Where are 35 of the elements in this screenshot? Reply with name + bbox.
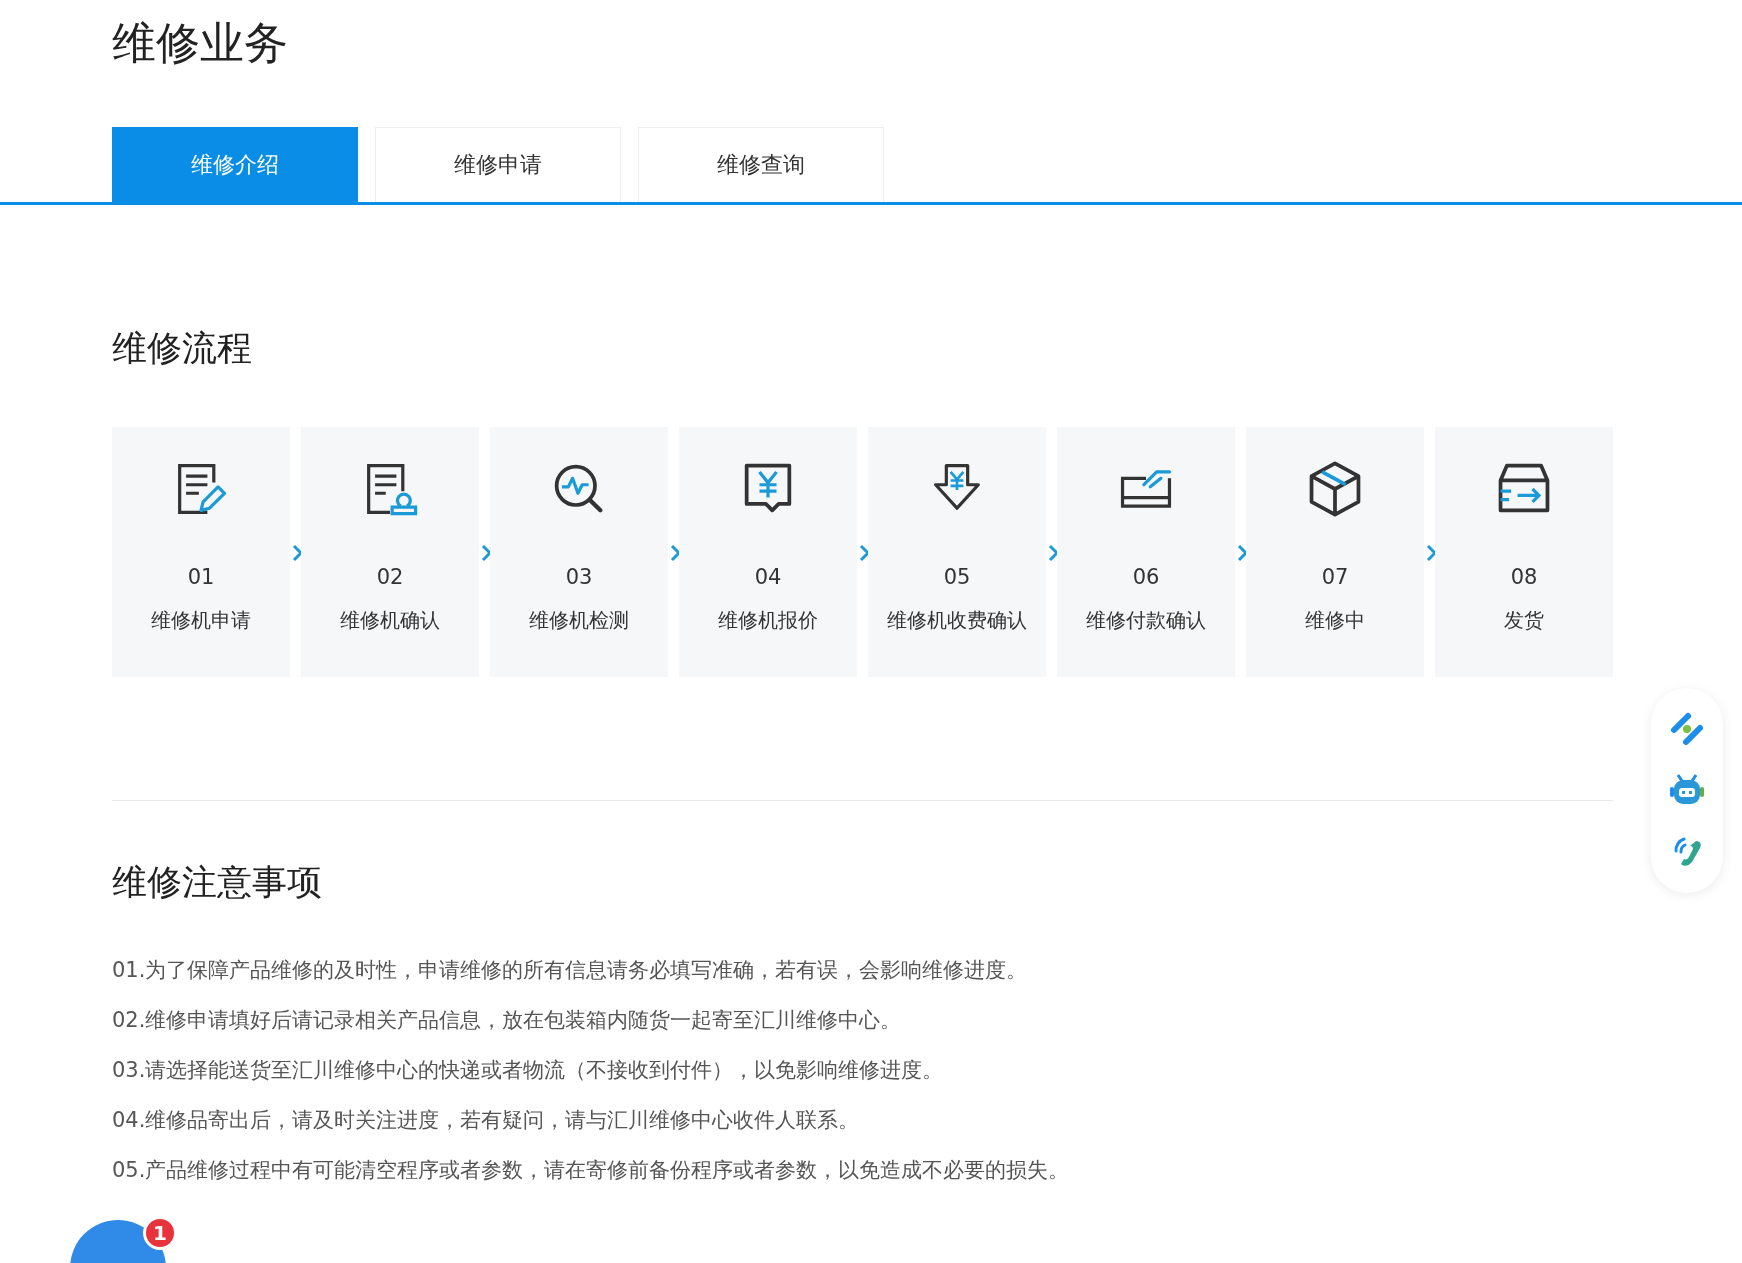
note-text: 03.请选择能送货至汇川维修中心的快递或者物流（不接收到付件），以免影响维修进度。	[112, 1057, 945, 1084]
step-label: 维修付款确认	[1086, 607, 1206, 634]
note-text: 01.为了保障产品维修的及时性，申请维修的所有信息请务必填写准确，若有误，会影响维修进度。	[112, 957, 1029, 984]
chevron-right-icon	[1047, 544, 1059, 562]
tab[interactable]: 维修申请	[375, 127, 621, 202]
step-number: 08	[1510, 565, 1538, 589]
chevron-right-icon	[858, 544, 870, 562]
step-label: 维修机报价	[718, 607, 818, 634]
chevron-right-icon	[1236, 544, 1248, 562]
tab[interactable]: 维修介绍	[112, 127, 358, 202]
step-label: 维修中	[1305, 607, 1365, 634]
step-number: 02	[376, 565, 404, 589]
section-title: 维修流程	[112, 327, 253, 370]
tab[interactable]: 维修查询	[638, 127, 884, 202]
step-number: 01	[187, 565, 215, 589]
step-number: 03	[565, 565, 593, 589]
step-number: 05	[943, 565, 971, 589]
section-title: 维修注意事项	[112, 861, 323, 904]
step-label: 维修机检测	[529, 607, 629, 634]
chevron-right-icon	[480, 544, 492, 562]
step-label: 维修机收费确认	[887, 607, 1027, 634]
note-text: 02.维修申请填好后请记录相关产品信息，放在包装箱内随货一起寄至汇川维修中心。	[112, 1007, 903, 1034]
notification-badge: 1	[143, 1216, 177, 1250]
note-text: 04.维修品寄出后，请及时关注进度，若有疑问，请与汇川维修中心收件人联系。	[112, 1107, 861, 1134]
chevron-right-icon	[1425, 544, 1437, 562]
chevron-right-icon	[669, 544, 681, 562]
step-label: 维修机确认	[340, 607, 440, 634]
page-title: 维修业务	[112, 16, 289, 70]
chevron-right-icon	[291, 544, 303, 562]
step-label: 维修机申请	[151, 607, 251, 634]
step-number: 07	[1321, 565, 1349, 589]
step-number: 04	[754, 565, 782, 589]
note-text: 05.产品维修过程中有可能清空程序或者参数，请在寄修前备份程序或者参数，以免造成不必要的损失。	[112, 1157, 1071, 1184]
step-label: 发货	[1504, 607, 1544, 634]
step-number: 06	[1132, 565, 1160, 589]
